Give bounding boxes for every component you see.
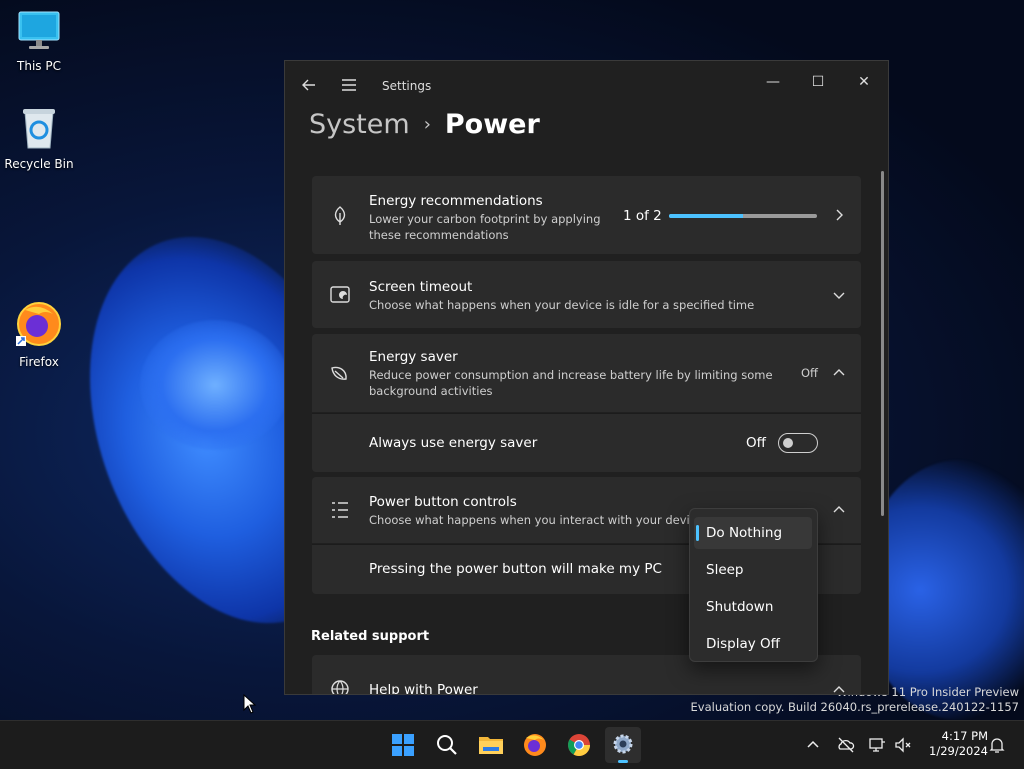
energy-recommendations-card[interactable]: Energy recommendations Lower your carbon…: [312, 176, 861, 254]
dropdown-option-shutdown[interactable]: Shutdown: [694, 591, 812, 623]
search-button[interactable]: [429, 727, 465, 763]
card-description: Choose what happens when your device is …: [369, 298, 755, 312]
power-button-action-dropdown: Do Nothing Sleep Shutdown Display Off: [689, 508, 818, 662]
energy-saver-toggle[interactable]: [778, 433, 818, 453]
desktop-icon-label: Recycle Bin: [4, 157, 74, 171]
card-description: Choose what happens when you interact wi…: [369, 513, 713, 527]
close-button[interactable]: ✕: [841, 67, 887, 97]
mouse-cursor-icon: [243, 694, 257, 714]
wallpaper-bloom-petal: [140, 320, 290, 450]
power-button-action-label: Pressing the power button will make my P…: [369, 561, 662, 577]
chevron-up-icon[interactable]: [831, 682, 847, 694]
chevron-down-icon[interactable]: [831, 287, 847, 303]
notification-bell-icon[interactable]: [987, 735, 1007, 755]
minimize-button[interactable]: —: [750, 67, 796, 97]
windows-logo-icon: [392, 734, 414, 756]
progress-bar: [669, 214, 817, 218]
screen-timeout-icon: [330, 286, 350, 303]
card-title: Help with Power: [369, 682, 478, 695]
desktop-icon-recycle-bin[interactable]: Recycle Bin: [1, 106, 77, 171]
desktop-icon-firefox[interactable]: Firefox: [1, 300, 77, 369]
hamburger-menu-icon[interactable]: [339, 75, 359, 95]
title-bar[interactable]: Settings — ☐ ✕: [285, 61, 888, 111]
breadcrumb-parent-system[interactable]: System: [309, 109, 410, 140]
related-support-heading: Related support: [311, 629, 430, 644]
scrollbar-thumb[interactable]: [881, 171, 884, 516]
chevron-up-icon[interactable]: [831, 365, 847, 381]
app-title: Settings: [382, 79, 432, 93]
volume-muted-icon[interactable]: [893, 735, 913, 755]
breadcrumb: System › Power: [309, 109, 540, 140]
gear-icon: [613, 734, 633, 763]
energy-saver-status: Off: [801, 366, 818, 380]
list-settings-icon: [332, 502, 348, 518]
firefox-icon: [16, 302, 61, 346]
breadcrumb-current: Power: [444, 109, 540, 140]
card-description: Reduce power consumption and increase ba…: [369, 367, 773, 399]
dropdown-option-sleep[interactable]: Sleep: [694, 554, 812, 586]
globe-icon: [331, 680, 349, 694]
network-icon[interactable]: [867, 735, 887, 755]
card-description-line: background activities: [369, 384, 493, 398]
progress-bar-fill: [669, 214, 743, 218]
firefox-taskbar-button[interactable]: [517, 727, 553, 763]
start-button[interactable]: [385, 727, 421, 763]
back-arrow-icon[interactable]: [299, 75, 319, 95]
energy-saver-leaf-icon: [331, 366, 347, 380]
card-title: Energy recommendations: [369, 193, 543, 209]
settings-taskbar-button[interactable]: [605, 727, 641, 763]
card-description-line: these recommendations: [369, 228, 509, 242]
firefox-icon: [524, 734, 546, 756]
screen-timeout-card[interactable]: Screen timeout Choose what happens when …: [312, 261, 861, 328]
maximize-button[interactable]: ☐: [795, 67, 841, 97]
always-energy-saver-label: Always use energy saver: [369, 435, 538, 451]
recycle-bin-icon: [23, 109, 55, 149]
always-energy-saver-row: Always use energy saver Off: [312, 413, 861, 472]
chevron-right-icon[interactable]: [831, 207, 847, 223]
search-icon: [437, 735, 457, 755]
chrome-taskbar-button[interactable]: [561, 727, 597, 763]
watermark-line2: Evaluation copy. Build 26040.rs_prerelea…: [690, 700, 1019, 714]
toggle-knob: [783, 438, 793, 448]
chrome-icon: [568, 734, 590, 756]
toggle-state-label: Off: [746, 435, 766, 451]
taskbar: 4:17 PM 1/29/2024: [0, 720, 1024, 769]
dropdown-option-do-nothing[interactable]: Do Nothing: [694, 517, 812, 549]
clock-date: 1/29/2024: [929, 744, 988, 758]
onedrive-offline-icon[interactable]: [836, 735, 856, 755]
card-description: Lower your carbon footprint by applying …: [369, 211, 601, 243]
desktop-icon-this-pc[interactable]: This PC: [1, 10, 77, 73]
monitor-icon: [18, 11, 60, 49]
progress-text: 1 of 2: [623, 208, 662, 224]
file-explorer-button[interactable]: [473, 727, 509, 763]
chevron-up-icon[interactable]: [803, 735, 823, 755]
chevron-up-icon[interactable]: [831, 502, 847, 518]
breadcrumb-separator: ›: [423, 114, 431, 135]
card-description-line: Lower your carbon footprint by applying: [369, 212, 601, 226]
clock-time: 4:17 PM: [941, 729, 988, 743]
dropdown-option-display-off[interactable]: Display Off: [694, 628, 812, 660]
system-clock[interactable]: 4:17 PM 1/29/2024: [918, 729, 988, 759]
card-description-line: Reduce power consumption and increase ba…: [369, 368, 773, 382]
folder-icon: [479, 737, 503, 754]
card-title: Screen timeout: [369, 279, 473, 295]
leaf-icon: [334, 206, 346, 225]
card-title: Power button controls: [369, 494, 517, 510]
desktop-icon-label: This PC: [17, 59, 61, 73]
energy-saver-card[interactable]: Energy saver Reduce power consumption an…: [312, 334, 861, 412]
card-title: Energy saver: [369, 349, 458, 365]
desktop-icon-label: Firefox: [19, 355, 59, 369]
